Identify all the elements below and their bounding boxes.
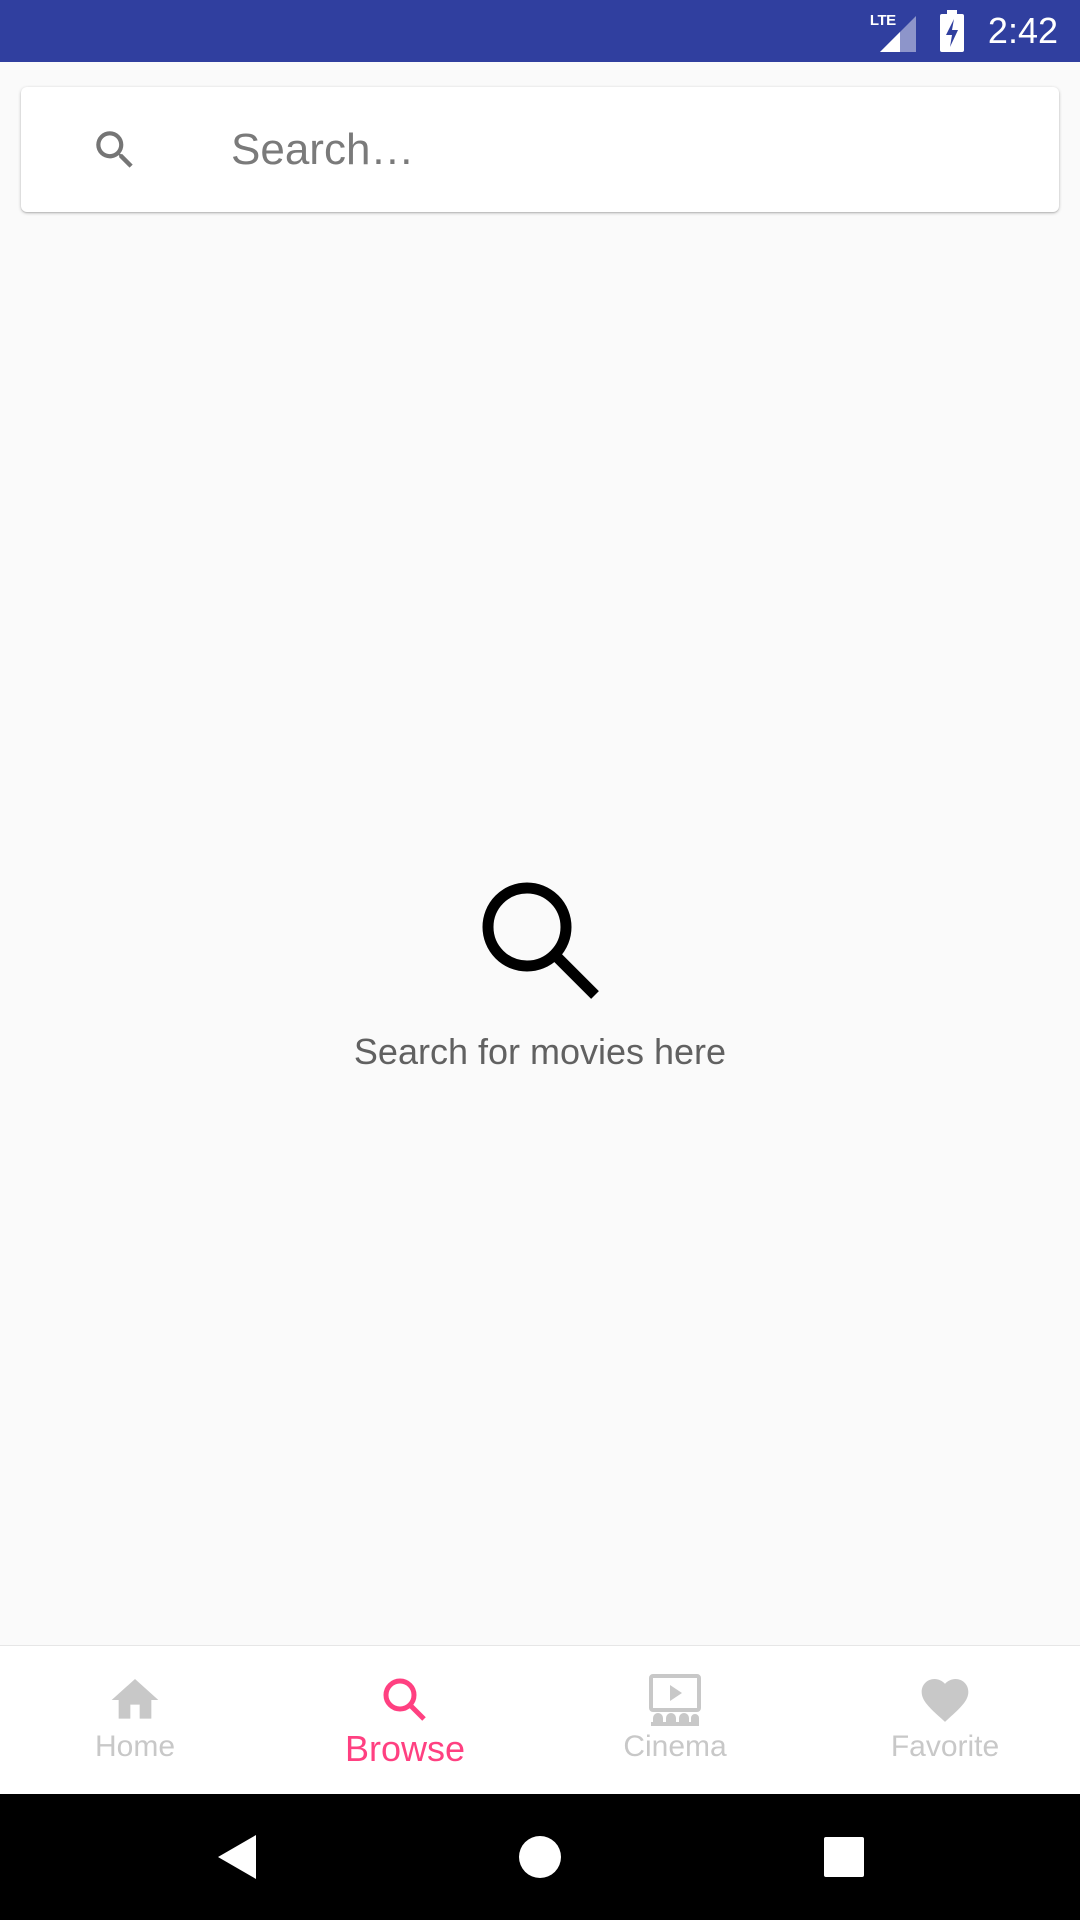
back-icon: [218, 1835, 256, 1879]
battery-charging-icon: [938, 10, 966, 52]
nav-label-cinema: Cinema: [623, 1730, 727, 1763]
search-icon: [482, 882, 599, 999]
search-input[interactable]: [231, 109, 1011, 190]
nav-item-browse[interactable]: Browse: [270, 1646, 540, 1794]
system-navigation-bar: [0, 1794, 1080, 1920]
status-bar: LTE 2:42: [0, 0, 1080, 62]
home-button[interactable]: [480, 1794, 600, 1920]
nav-item-home[interactable]: Home: [0, 1646, 270, 1794]
home-icon: [111, 1679, 159, 1719]
home-circle-icon: [519, 1836, 561, 1878]
nav-item-favorite[interactable]: Favorite: [810, 1646, 1080, 1794]
back-button[interactable]: [176, 1794, 296, 1920]
search-bar[interactable]: [21, 87, 1059, 212]
signal-icon: LTE: [870, 10, 916, 52]
nav-label-home: Home: [94, 1730, 176, 1763]
nav-label-browse: Browse: [344, 1728, 466, 1769]
recents-button[interactable]: [784, 1794, 904, 1920]
search-icon: [383, 1678, 426, 1721]
recents-icon: [824, 1837, 864, 1877]
status-time: 2:42: [987, 10, 1058, 51]
empty-state: Search for movies here: [0, 875, 1080, 1073]
screen: LTE 2:42 Search for mo: [0, 0, 1080, 1920]
heart-icon: [921, 1679, 969, 1722]
nav-item-cinema[interactable]: Cinema: [540, 1646, 810, 1794]
nav-label-favorite: Favorite: [890, 1730, 1000, 1763]
empty-state-message: Search for movies here: [353, 1031, 727, 1072]
search-icon[interactable]: [85, 120, 145, 180]
cinema-icon: [649, 1674, 701, 1726]
bottom-navigation: Home Browse Cinema Favorite: [0, 1645, 1080, 1794]
